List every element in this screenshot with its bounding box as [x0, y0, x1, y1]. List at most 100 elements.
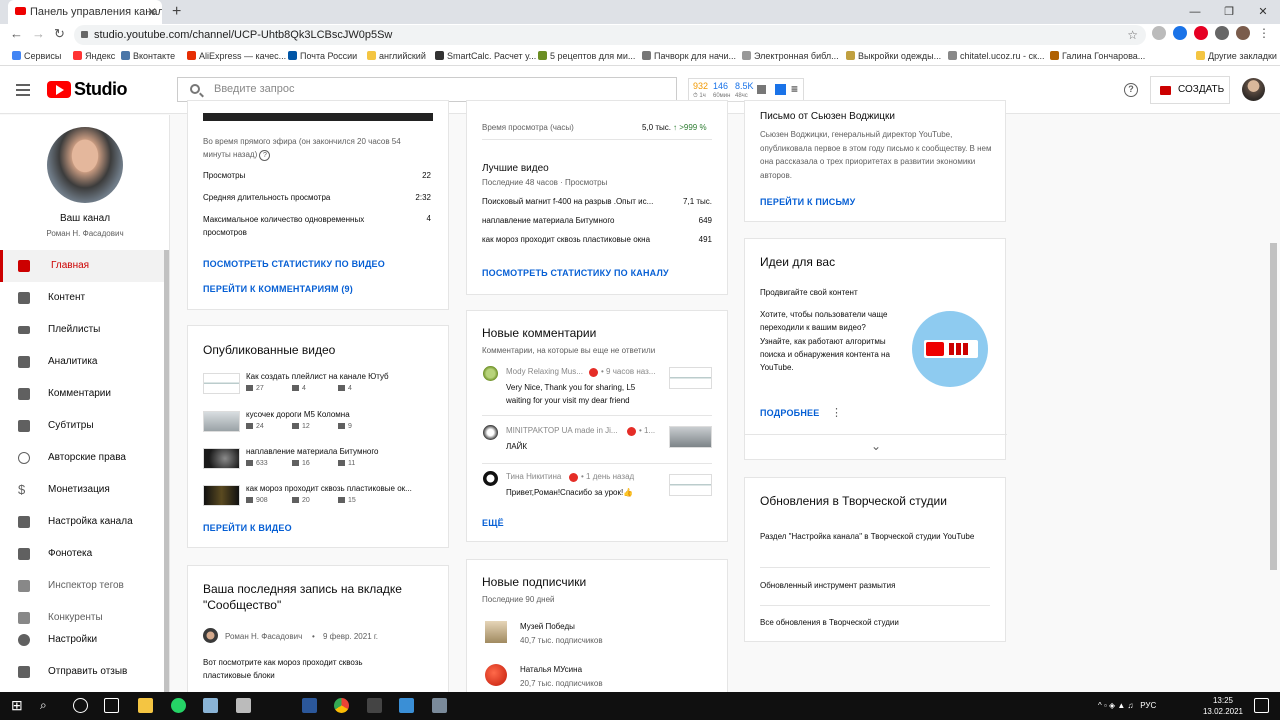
update-item[interactable]: Обновленный инструмент размытия	[760, 581, 895, 590]
sidebar-item-content[interactable]: Контент	[0, 282, 164, 314]
top-video-title[interactable]: Поисковый магнит f-400 на разрыв .Опыт и…	[482, 197, 653, 206]
sidebar-item-feedback[interactable]: Отправить отзыв	[0, 656, 164, 688]
pinterest-icon[interactable]	[1194, 26, 1208, 40]
update-item[interactable]: Все обновления в Творческой студии	[760, 618, 899, 627]
comment-author[interactable]: Тина Никитина	[506, 472, 561, 481]
subscriber-name[interactable]: Наталья МУсина	[520, 665, 582, 674]
post-author[interactable]: Роман Н. Фасадович	[225, 632, 302, 641]
chrome-menu-icon[interactable]: ⋮	[1257, 26, 1271, 40]
subscriber-avatar[interactable]	[485, 664, 507, 686]
comment-video-thumbnail[interactable]	[669, 426, 712, 448]
calculator-icon[interactable]	[432, 698, 447, 713]
sidebar-item-customization[interactable]: Настройка канала	[0, 506, 164, 538]
bookmark-item[interactable]: Другие закладки	[1196, 46, 1277, 66]
chrome-icon[interactable]	[334, 698, 349, 713]
video-title[interactable]: Как создать плейлист на канале Ютуб	[246, 372, 389, 381]
new-tab-button[interactable]: +	[172, 0, 181, 24]
learn-more-link[interactable]: ПОДРОБНЕЕ	[760, 408, 819, 418]
sidebar-item-monetization[interactable]: $ Монетизация	[0, 474, 164, 506]
commenter-avatar[interactable]	[483, 425, 498, 440]
tray-icons[interactable]: ^ ▫ ◈ ▲ ♫	[1098, 701, 1138, 710]
video-preview-strip[interactable]	[203, 113, 433, 121]
subscriber-avatar[interactable]	[485, 621, 507, 643]
top-video-title[interactable]: как мороз проходит сквозь пластиковые ок…	[482, 235, 650, 244]
language-indicator[interactable]: РУС	[1140, 701, 1156, 710]
video-title[interactable]: наплавление материала Битумного	[246, 447, 379, 456]
account-avatar[interactable]	[1242, 78, 1265, 101]
search-input[interactable]: Введите запрос	[177, 77, 677, 102]
play-box-icon[interactable]	[775, 84, 786, 95]
video-title[interactable]: кусочек дороги М5 Коломна	[246, 410, 350, 419]
search-icon[interactable]: ⌕	[40, 698, 55, 713]
bookmark-item[interactable]: Сервисы	[12, 46, 61, 66]
comment-video-thumbnail[interactable]	[669, 474, 712, 496]
sidebar-item-analytics[interactable]: Аналитика	[0, 346, 164, 378]
notifications-icon[interactable]	[1254, 698, 1269, 713]
commenter-avatar[interactable]	[483, 366, 498, 381]
bookmark-item[interactable]: Яндекс	[73, 46, 115, 66]
windows-start-icon[interactable]: ⊞	[11, 698, 26, 713]
channel-avatar[interactable]	[47, 127, 123, 203]
top-video-title[interactable]: наплавление материала Битумного	[482, 216, 615, 225]
bookmark-star-icon[interactable]: ☆	[1127, 25, 1138, 45]
reload-icon[interactable]: ↻	[54, 26, 65, 42]
letter-link[interactable]: ПЕРЕЙТИ К ПИСЬМУ	[760, 197, 855, 207]
update-item[interactable]: Раздел "Настройка канала" в Творческой с…	[760, 530, 980, 543]
bookmark-item[interactable]: Электронная библ...	[742, 46, 839, 66]
close-window-button[interactable]: ✕	[1246, 0, 1280, 24]
whatsapp-icon[interactable]	[171, 698, 186, 713]
bookmark-item[interactable]: английский	[367, 46, 426, 66]
bookmark-item[interactable]: Почта России	[288, 46, 357, 66]
more-options-icon[interactable]: ⋮	[831, 406, 842, 419]
sidebar-item-playlists[interactable]: Плейлисты	[0, 314, 164, 346]
bookmark-item[interactable]: Вконтакте	[121, 46, 175, 66]
app-icon[interactable]	[236, 698, 251, 713]
comment-author[interactable]: MINITPAKTOP UA made in Ji...	[506, 426, 618, 435]
bookmark-item[interactable]: AliExpress — качес...	[187, 46, 286, 66]
extension-icon[interactable]	[1152, 26, 1166, 40]
minimize-button[interactable]: —	[1178, 0, 1212, 24]
bookmark-item[interactable]: 5 рецептов для ми...	[538, 46, 635, 66]
task-view-icon[interactable]	[104, 698, 119, 713]
maximize-button[interactable]: ❐	[1212, 0, 1246, 24]
help-icon[interactable]: ?	[1124, 83, 1138, 97]
cortana-icon[interactable]	[73, 698, 88, 713]
sidebar-item-copyright[interactable]: Авторские права	[0, 442, 164, 474]
more-comments-link[interactable]: ЕЩЁ	[482, 518, 504, 528]
profile-avatar-icon[interactable]	[1236, 26, 1250, 40]
video-stats-link[interactable]: ПОСМОТРЕТЬ СТАТИСТИКУ ПО ВИДЕО	[203, 259, 385, 269]
comments-link[interactable]: ПЕРЕЙТИ К КОММЕНТАРИЯМ (9)	[203, 284, 353, 294]
sidebar-item-tag-inspector[interactable]: Инспектор тегов	[0, 570, 164, 602]
app-icon[interactable]	[399, 698, 414, 713]
commenter-avatar[interactable]	[483, 471, 498, 486]
video-thumbnail[interactable]	[203, 411, 240, 432]
sidebar-item-subtitles[interactable]: Субтитры	[0, 410, 164, 442]
go-to-videos-link[interactable]: ПЕРЕЙТИ К ВИДЕО	[203, 523, 292, 533]
forward-arrow-icon[interactable]: →	[32, 26, 45, 41]
video-title[interactable]: как мороз проходит сквозь пластиковые ок…	[246, 484, 436, 493]
sidebar-item-settings[interactable]: Настройки	[0, 624, 164, 656]
comment-author[interactable]: Mody Relaxing Mus...	[506, 367, 583, 376]
bookmark-item[interactable]: SmartCalc. Расчет у...	[435, 46, 536, 66]
sidebar-item-comments[interactable]: Комментарии	[0, 378, 164, 410]
channel-stats-link[interactable]: ПОСМОТРЕТЬ СТАТИСТИКУ ПО КАНАЛУ	[482, 268, 669, 278]
iq-extension-icon[interactable]	[1173, 26, 1187, 40]
file-explorer-icon[interactable]	[138, 698, 153, 713]
channel-title[interactable]: Ваш канал	[0, 213, 169, 224]
word-icon[interactable]	[302, 698, 317, 713]
sidebar-item-audio-library[interactable]: Фонотека	[0, 538, 164, 570]
subscriber-name[interactable]: Музей Победы	[520, 622, 575, 631]
url-field[interactable]: studio.youtube.com/channel/UCP-Uhtb8Qk3L…	[74, 25, 1146, 45]
bookmark-item[interactable]: Галина Гончарова...	[1050, 46, 1145, 66]
puzzle-extensions-icon[interactable]	[1215, 26, 1229, 40]
menu-icon[interactable]	[16, 84, 30, 96]
video-thumbnail[interactable]	[203, 373, 240, 394]
sidebar-item-dashboard[interactable]: Главная	[0, 250, 164, 282]
app-icon[interactable]	[203, 698, 218, 713]
back-arrow-icon[interactable]: ←	[10, 26, 23, 41]
chart-icon[interactable]	[757, 85, 766, 94]
tab-close-icon[interactable]: ✕	[147, 0, 157, 24]
video-thumbnail[interactable]	[203, 485, 240, 506]
page-scrollbar[interactable]	[1270, 243, 1277, 570]
bookmark-item[interactable]: Выкройки одежды...	[846, 46, 941, 66]
